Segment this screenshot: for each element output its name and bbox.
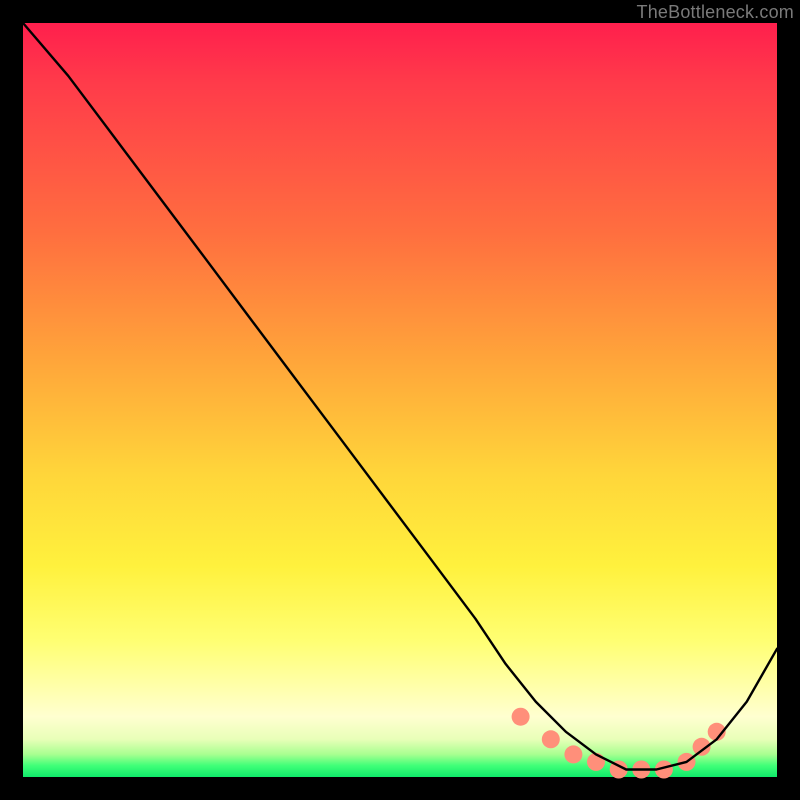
watermark-text: TheBottleneck.com (637, 2, 794, 23)
plot-area (23, 23, 777, 777)
highlight-dot (512, 708, 530, 726)
chart-frame: TheBottleneck.com (0, 0, 800, 800)
highlight-markers (512, 708, 726, 779)
highlight-dot (542, 730, 560, 748)
curve-svg (23, 23, 777, 777)
highlight-dot (564, 745, 582, 763)
bottleneck-curve (23, 23, 777, 770)
